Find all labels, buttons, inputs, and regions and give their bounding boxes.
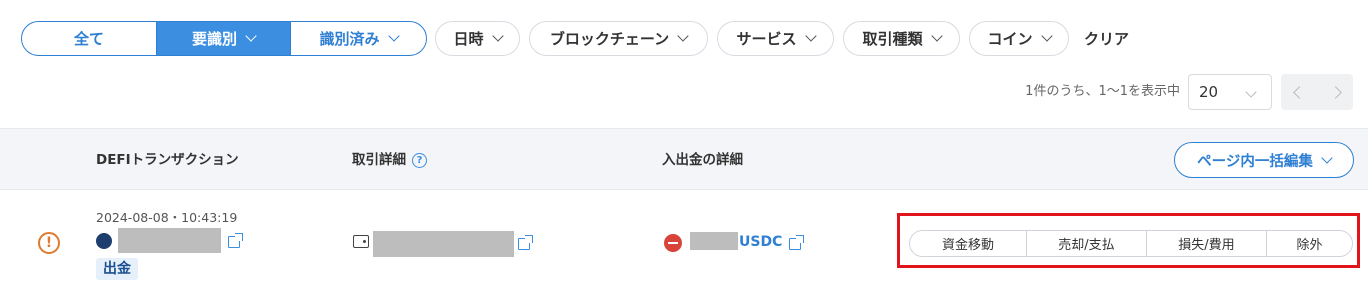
outflow-icon <box>664 234 682 252</box>
chevron-down-icon <box>804 30 817 42</box>
external-link-icon[interactable] <box>789 235 804 250</box>
filter-datetime-label: 日時 <box>453 30 484 48</box>
bulk-edit-button[interactable]: ページ内一括編集 <box>1174 142 1354 178</box>
bulk-edit-label: ページ内一括編集 <box>1197 153 1313 170</box>
action-loss-expense-button[interactable]: 損失/費用 <box>1146 231 1266 256</box>
classification-actions: 資金移動 売却/支払 損失/費用 除外 <box>909 230 1353 257</box>
transaction-timestamp: 2024-08-08・10:43:19 <box>96 210 238 225</box>
chain-logo-icon <box>96 233 112 249</box>
action-sale-payment-button[interactable]: 売却/支払 <box>1026 231 1146 256</box>
coin-link[interactable]: USDC <box>739 234 782 250</box>
chevron-down-icon <box>1245 86 1257 98</box>
per-page-value: 20 <box>1199 83 1219 101</box>
pager <box>1281 74 1353 110</box>
clear-filters-link[interactable]: クリア <box>1084 21 1129 56</box>
action-fund-transfer-button[interactable]: 資金移動 <box>910 231 1026 256</box>
header-defi-transaction: DEFIトランザクション <box>96 152 239 168</box>
identification-segment: 全て 要識別 識別済み <box>21 21 427 56</box>
chevron-down-icon <box>387 30 400 42</box>
redacted-transaction-hash <box>373 231 514 257</box>
filter-transaction-type[interactable]: 取引種類 <box>843 21 960 56</box>
wallet-icon <box>353 235 369 248</box>
chevron-down-icon <box>1321 151 1333 164</box>
chevron-left-icon <box>1292 85 1306 99</box>
per-page-select[interactable]: 20 <box>1188 74 1272 110</box>
direction-badge: 出金 <box>96 258 138 280</box>
chevron-down-icon <box>1040 30 1053 42</box>
filter-datetime[interactable]: 日時 <box>435 21 520 56</box>
chevron-right-icon <box>1328 85 1342 99</box>
help-icon[interactable]: ? <box>412 153 427 168</box>
redacted-amount <box>690 232 738 250</box>
header-transaction-detail: 取引詳細 <box>352 152 406 168</box>
filter-service-label: サービス <box>736 30 797 48</box>
filter-coin-label: コイン <box>987 30 1033 48</box>
external-link-icon[interactable] <box>518 235 533 250</box>
chevron-down-icon <box>245 30 257 42</box>
segment-identified-label: 識別済み <box>319 30 380 48</box>
table-header: DEFIトランザクション 取引詳細 ? 入出金の詳細 ページ内一括編集 <box>0 128 1368 190</box>
segment-all-label: 全て <box>73 30 104 48</box>
pagination-info: 1件のうち、1〜1を表示中 <box>1025 84 1180 99</box>
warning-icon: ! <box>38 232 60 254</box>
segment-identified[interactable]: 識別済み <box>291 22 426 55</box>
action-exclude-button[interactable]: 除外 <box>1266 231 1352 256</box>
filter-blockchain-label: ブロックチェーン <box>549 30 670 48</box>
filter-service[interactable]: サービス <box>717 21 834 56</box>
prev-page-button[interactable] <box>1281 74 1317 110</box>
filter-coin[interactable]: コイン <box>969 21 1069 56</box>
segment-needs-label: 要識別 <box>191 30 237 48</box>
chevron-down-icon <box>677 30 689 42</box>
filter-blockchain[interactable]: ブロックチェーン <box>529 21 708 56</box>
next-page-button[interactable] <box>1317 74 1353 110</box>
chevron-down-icon <box>491 30 504 42</box>
segment-needs-identification[interactable]: 要識別 <box>156 22 291 55</box>
segment-all[interactable]: 全て <box>22 22 156 55</box>
filter-transaction-type-label: 取引種類 <box>862 30 923 48</box>
redacted-address <box>118 228 221 253</box>
header-deposit-withdrawal-detail: 入出金の詳細 <box>662 152 743 168</box>
external-link-icon[interactable] <box>228 233 243 248</box>
chevron-down-icon <box>930 30 943 42</box>
